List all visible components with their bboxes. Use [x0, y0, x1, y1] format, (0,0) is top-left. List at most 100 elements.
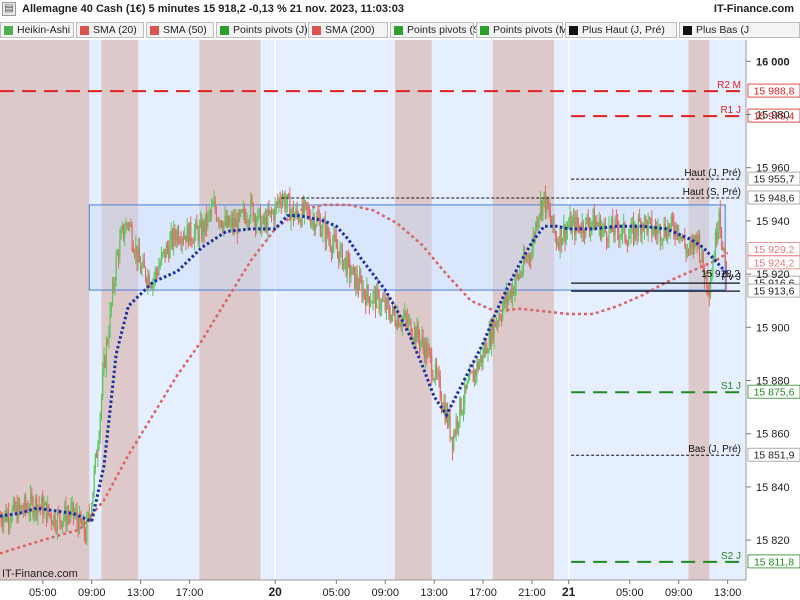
- candle-body: [718, 210, 720, 229]
- candle-body: [15, 505, 17, 511]
- candle-body: [234, 218, 236, 227]
- candle-body: [684, 238, 686, 248]
- candle-body: [149, 285, 152, 287]
- x-tick-label: 05:00: [323, 587, 351, 599]
- candle-body: [437, 373, 439, 375]
- candle-body: [613, 231, 615, 236]
- candle-body: [424, 342, 427, 360]
- candle-body: [546, 197, 548, 213]
- candle-body: [284, 195, 286, 209]
- candle-body: [93, 469, 95, 493]
- candle-body: [369, 303, 372, 306]
- candle-body: [235, 219, 237, 227]
- candle-body: [587, 217, 589, 226]
- candle-body: [170, 231, 172, 240]
- candle-body: [672, 216, 674, 223]
- candle-body: [396, 316, 399, 328]
- legend-item[interactable]: Points pivots (J): [216, 22, 308, 38]
- collapse-icon[interactable]: ▤: [2, 2, 16, 16]
- candle-body: [132, 247, 134, 252]
- candle-body: [616, 220, 619, 230]
- x-tick-label: 09:00: [371, 587, 399, 599]
- legend-item[interactable]: Points pivots (M): [476, 22, 571, 38]
- candle-body: [358, 275, 361, 290]
- candle-body: [577, 225, 580, 227]
- candle-body: [510, 290, 512, 300]
- legend-item[interactable]: Points pivots (S): [390, 22, 483, 38]
- candle-body: [206, 213, 208, 227]
- candle-body: [602, 227, 604, 229]
- candle-body: [409, 319, 411, 321]
- candle-body: [412, 339, 414, 341]
- candle-body: [559, 228, 561, 249]
- legend-item[interactable]: Plus Haut (J, Pré): [565, 22, 677, 38]
- candle-body: [126, 223, 128, 225]
- candle-body: [366, 285, 368, 306]
- legend-bar: Heikin-Ashi SMA (20) SMA (50) Points pivots…: [0, 22, 800, 39]
- legend-item[interactable]: Plus Bas (J: [679, 22, 800, 38]
- candle-body: [363, 289, 366, 296]
- candle-body: [31, 494, 33, 500]
- candle-body: [99, 413, 101, 436]
- candle-body: [230, 218, 232, 223]
- candle-body: [582, 221, 584, 234]
- candle-body: [165, 245, 167, 258]
- legend-item[interactable]: SMA (20): [76, 22, 144, 38]
- candle-body: [121, 224, 123, 231]
- candle-body: [270, 210, 273, 214]
- candle-body: [583, 233, 586, 236]
- candle-body: [281, 198, 284, 204]
- level-price-label: 15 929,2: [754, 244, 795, 256]
- candle-body: [591, 221, 593, 226]
- candle-body: [539, 200, 542, 215]
- candle-body: [103, 356, 105, 373]
- level-price-label: 15 811,8: [754, 556, 794, 568]
- candle-body: [487, 352, 489, 354]
- candle-body: [580, 231, 582, 234]
- legend-item[interactable]: SMA (200): [308, 22, 388, 38]
- candle-body: [619, 235, 621, 239]
- y-tick-label: 15 960: [756, 163, 790, 175]
- candle-body: [76, 511, 78, 522]
- candle-body: [301, 202, 303, 226]
- candle-body: [108, 334, 110, 343]
- legend-item[interactable]: Heikin-Ashi: [0, 22, 74, 38]
- price-chart[interactable]: R2 M 15 988,8R1 J 15 979,4Haut (J, Pré) 15 …: [0, 0, 800, 600]
- candle-body: [607, 241, 609, 243]
- candle-body: [115, 254, 117, 281]
- candle-body: [493, 321, 495, 341]
- candle-body: [698, 235, 701, 260]
- candle-body: [632, 222, 635, 242]
- level-name-label: R1 J: [720, 105, 741, 116]
- candle-body: [153, 277, 155, 282]
- candle-body: [572, 217, 575, 222]
- candle-body: [231, 218, 233, 229]
- candle-body: [466, 382, 468, 389]
- candle-body: [184, 235, 186, 240]
- candle-body: [373, 291, 375, 294]
- candle-body: [333, 234, 335, 244]
- candle-body: [102, 372, 104, 397]
- candle-body: [45, 502, 48, 522]
- candle-body: [561, 238, 564, 245]
- candle-body: [71, 502, 73, 508]
- candle-body: [182, 238, 185, 240]
- candle-body: [723, 247, 725, 251]
- candle-body: [302, 202, 304, 215]
- candle-body: [489, 329, 492, 347]
- candle-body: [450, 436, 452, 438]
- candle-body: [195, 222, 197, 232]
- candle-body: [544, 192, 547, 213]
- candle-body: [197, 228, 199, 242]
- candle-body: [51, 522, 54, 526]
- legend-item[interactable]: SMA (50): [146, 22, 214, 38]
- candle-body: [305, 201, 307, 203]
- candle-body: [245, 216, 247, 224]
- candle-body: [191, 240, 193, 243]
- candle-body: [340, 245, 342, 248]
- candle-body: [550, 219, 553, 225]
- candle-body: [229, 222, 231, 227]
- session-band: [101, 40, 139, 580]
- candle-body: [453, 433, 455, 451]
- candle-body: [77, 521, 79, 533]
